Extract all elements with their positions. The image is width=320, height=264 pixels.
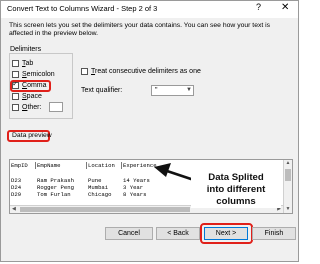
finish-button[interactable]: Finish <box>252 227 296 240</box>
cancel-button[interactable]: Cancel <box>105 227 153 240</box>
annotation-line: into different <box>206 184 266 195</box>
back-button[interactable]: < Back <box>156 227 200 240</box>
annotation-arrow-icon <box>154 163 198 183</box>
annotation-line: Data Splited <box>208 172 264 183</box>
next-button[interactable]: Next > <box>204 227 248 240</box>
annotation-line: columns <box>216 196 256 207</box>
text-to-columns-dialog: Convert Text to Columns Wizard - Step 2 … <box>0 0 299 262</box>
annotation-callout: Data Splited into different columns <box>191 172 281 208</box>
